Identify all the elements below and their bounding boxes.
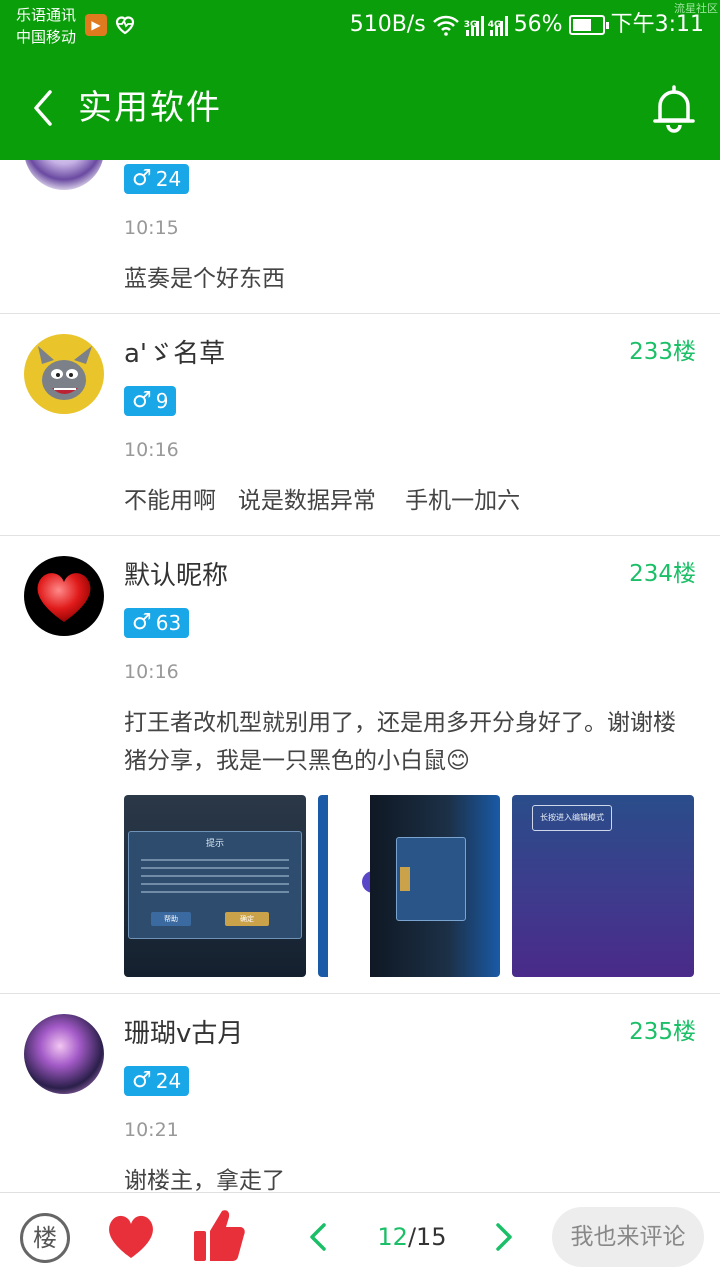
bottom-bar: 楼 12/15 我也来评论 [0,1192,720,1280]
male-icon: ♂ [132,1068,152,1093]
bell-icon[interactable] [650,84,698,134]
avatar[interactable] [24,1014,104,1094]
wifi-icon [432,15,459,36]
avatar[interactable] [24,556,104,636]
play-icon: ▶ [85,14,107,36]
dialog-title: 提示 [205,839,224,849]
comment-time: 10:21 [124,1119,179,1141]
dialog-box: 提示 帮助 确定 [128,831,302,939]
gender-level-badge: ♂ 24 [124,1066,190,1096]
nickname[interactable]: a'ゞ名草 [124,336,225,372]
page-title: 实用软件 [78,88,222,128]
comment-text: 打王者改机型就别用了，还是用多开分身好了。谢谢楼猪分享，我是一只黑色的小白鼠😊 [124,710,676,774]
floor-number: 233楼 [629,339,696,365]
page-indicator: 12/15 [370,1219,454,1255]
dialog-text [141,859,289,893]
comment-input-button[interactable]: 我也来评论 [552,1207,704,1267]
floor-number: 235楼 [629,1019,696,1045]
comment-time: 10:15 [124,217,179,239]
chevron-left-icon[interactable] [306,1221,330,1253]
level: 24 [155,167,182,191]
net-type-2: 4G [487,20,502,30]
gender-level-badge: ♂ 63 [124,608,190,638]
comment-item: 珊瑚v古月 235楼 ♂ 24 10:21 谢楼主，拿走了 [0,994,720,1192]
comment-item: ♂ 24 10:15 蓝奏是个好东西 [0,160,720,314]
status-bar: 乐语通讯 中国移动 ▶ 510B/s 3G 4G 56% 下午3:11 流星社区 [0,0,720,52]
heart-icon[interactable] [104,1211,158,1261]
cat-face-icon [38,346,92,400]
jump-floor-button[interactable]: 楼 [20,1213,70,1263]
net-type-1: 3G [463,20,478,30]
corner-tag: 流星社区 [674,2,718,15]
image-gallery: 提示 帮助 确定 长按进入编辑模式 [124,795,694,977]
floor-number: 234楼 [629,561,696,587]
avatar[interactable] [24,334,104,414]
dialog-ok-button: 确定 [225,912,269,926]
chevron-right-icon[interactable] [492,1221,516,1253]
chevron-left-icon[interactable] [28,88,60,128]
comment-item: a'ゞ名草 233楼 ♂ 9 10:16 不能用啊 说是数据异常 手机一加六 [0,314,720,536]
nickname[interactable]: 珊瑚v古月 [124,1016,243,1052]
comment-text: 谢楼主，拿走了 [124,1168,285,1192]
carrier-line-2: 中国移动 [16,28,77,46]
tooltip-box: 长按进入编辑模式 [532,805,612,831]
heart-icon [37,573,91,622]
male-icon: ♂ [132,610,152,635]
comment-text: 不能用啊 说是数据异常 手机一加六 [124,488,521,514]
gender-level-badge: ♂ 24 [124,164,190,194]
battery-icon [568,15,609,35]
image-thumbnail[interactable] [318,795,500,977]
nickname[interactable]: 默认昵称 [124,558,228,594]
signal-icon: 3G [464,14,484,36]
carrier-info: 乐语通讯 中国移动 [16,4,76,48]
comment-feed[interactable]: ♂ 24 10:15 蓝奏是个好东西 a'ゞ名草 233楼 ♂ 9 10:16 … [0,160,720,1192]
comment-time: 10:16 [124,439,179,461]
comment-time: 10:16 [124,661,179,683]
carrier-line-1: 乐语通讯 [16,6,77,24]
male-icon: ♂ [132,166,152,191]
level: 9 [155,389,169,413]
level: 63 [155,611,182,635]
battery-percent: 56% [513,12,563,37]
signal-icon-2: 4G [488,14,508,36]
net-speed: 510B/s [349,12,426,37]
app-bar: 实用软件 [0,52,720,160]
comment-item: 默认昵称 234楼 ♂ 63 10:16 打王者改机型就别用了，还是用多开分身好… [0,536,720,994]
page-current: 12 [377,1223,408,1251]
gender-level-badge: ♂ 9 [124,386,177,416]
image-thumbnail[interactable]: 提示 帮助 确定 [124,795,306,977]
level: 24 [155,1069,182,1093]
status-right: 510B/s 3G 4G 56% 下午3:11 [350,10,704,40]
male-icon: ♂ [132,388,152,413]
dialog-help-button: 帮助 [151,912,191,926]
page-total: /15 [407,1223,447,1251]
comment-text: 蓝奏是个好东西 [124,266,285,292]
heart-pulse-icon [115,16,135,35]
avatar[interactable] [24,160,104,190]
thumbs-up-icon[interactable] [192,1207,246,1263]
image-thumbnail[interactable]: 长按进入编辑模式 [512,795,694,977]
